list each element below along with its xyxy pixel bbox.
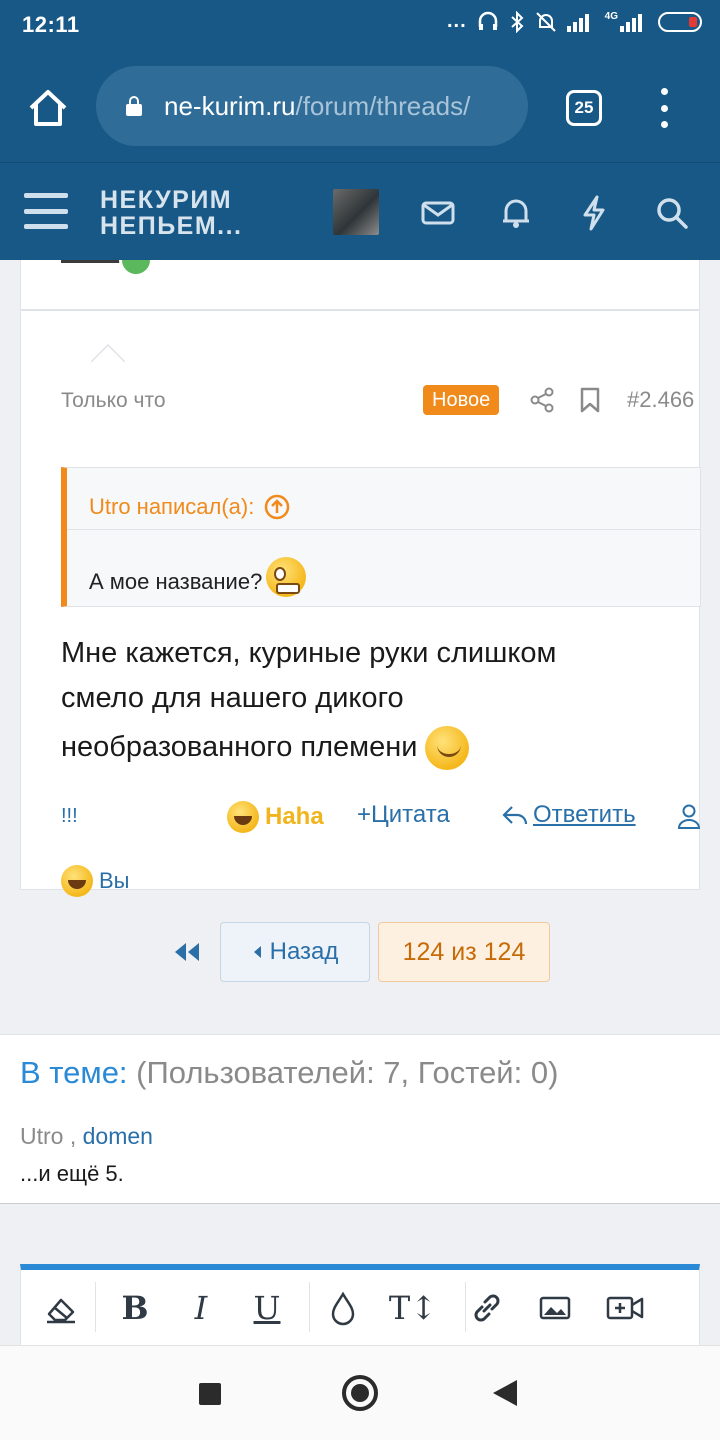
toolbar-separator bbox=[465, 1282, 466, 1332]
online-stats: (Пользователей: 7, Гостей: 0) bbox=[136, 1055, 559, 1090]
site-logo[interactable]: НЕКУРИМ НЕПЬЕМ... bbox=[100, 187, 243, 239]
reply-label: Ответить bbox=[533, 801, 636, 828]
reply-button[interactable]: Ответить bbox=[501, 801, 636, 829]
quote-text: А мое название? bbox=[89, 569, 263, 594]
post-caret-icon bbox=[91, 344, 125, 362]
more-menu-icon[interactable] bbox=[652, 88, 676, 128]
headset-icon bbox=[478, 11, 497, 30]
online-more: ...и ещё 5. bbox=[20, 1161, 124, 1186]
post-time[interactable]: Только что bbox=[61, 389, 166, 413]
quote-button[interactable]: +Цитата bbox=[357, 801, 450, 829]
exclaim-link[interactable]: !!! bbox=[61, 805, 78, 828]
underline-icon[interactable]: U bbox=[247, 1288, 287, 1328]
image-icon[interactable] bbox=[535, 1288, 575, 1328]
previous-post-avatar bbox=[61, 260, 121, 263]
status-dots: ... bbox=[446, 10, 467, 32]
first-page-icon[interactable] bbox=[172, 940, 202, 964]
signal-icon bbox=[566, 13, 589, 32]
quote-header[interactable]: Utro написал(а): bbox=[67, 468, 700, 530]
online-title: В теме: (Пользователей: 7, Гостей: 0) bbox=[20, 1055, 558, 1091]
online-user-list: Utro , domen bbox=[20, 1123, 153, 1149]
post-text-line: смело для нашего дикого bbox=[61, 682, 404, 714]
flushed-emoji-icon bbox=[266, 557, 307, 597]
url-text: ne-kurim.ru/forum/threads/ bbox=[164, 90, 471, 121]
reaction-label: Haha bbox=[265, 803, 324, 830]
color-drop-icon[interactable] bbox=[325, 1288, 361, 1328]
post-actions: !!! Haha +Цитата Ответить bbox=[61, 797, 701, 837]
pagination: Назад 124 из 124 bbox=[0, 922, 720, 982]
reply-arrow-icon bbox=[502, 806, 528, 825]
facepalm-emoji-icon bbox=[425, 726, 470, 771]
status-icons: ... 4G bbox=[447, 10, 702, 33]
eraser-icon[interactable] bbox=[41, 1288, 81, 1328]
chevron-left-icon bbox=[253, 946, 261, 958]
post-number[interactable]: #2.466 bbox=[627, 387, 694, 413]
search-icon[interactable] bbox=[652, 193, 692, 233]
thread-content: Только что Новое #2.466 Utro написал(а):… bbox=[0, 260, 720, 1345]
reply-editor: B I U T↕ bbox=[20, 1264, 700, 1345]
post-body: Мне кажется, куриные руки слишком смело … bbox=[61, 631, 691, 771]
battery-icon bbox=[658, 11, 702, 32]
bold-icon[interactable]: B bbox=[115, 1288, 155, 1328]
back-label: Назад bbox=[269, 938, 339, 965]
bell-icon[interactable] bbox=[496, 193, 536, 233]
home-button[interactable] bbox=[342, 1375, 378, 1411]
quote-author: Utro написал(а): bbox=[89, 493, 255, 519]
envelope-icon[interactable] bbox=[418, 193, 458, 233]
lock-icon bbox=[126, 96, 142, 116]
post-text-line: Мне кажется, куриные руки слишком bbox=[61, 637, 557, 669]
italic-icon[interactable]: I bbox=[181, 1288, 221, 1328]
back-nav-button[interactable] bbox=[493, 1380, 517, 1406]
post-text-line: необразованного племени bbox=[61, 725, 691, 771]
quote-body: А мое название? bbox=[67, 530, 700, 606]
reaction-button[interactable]: Haha bbox=[227, 801, 324, 833]
arrow-up-circle-icon[interactable] bbox=[264, 494, 290, 520]
online-lead: В теме: bbox=[20, 1055, 128, 1090]
reactions-label: Вы bbox=[99, 868, 130, 893]
quote-block: Utro написал(а): А мое название? bbox=[61, 467, 701, 607]
recents-button[interactable] bbox=[199, 1383, 221, 1405]
user-icon[interactable] bbox=[677, 803, 701, 829]
network-type: 4G bbox=[604, 11, 618, 22]
status-time: 12:11 bbox=[22, 12, 80, 37]
alarm-off-icon bbox=[535, 11, 556, 32]
share-icon[interactable] bbox=[529, 387, 555, 413]
text-size-icon[interactable]: T↕ bbox=[383, 1288, 443, 1328]
page-indicator[interactable]: 124 из 124 bbox=[378, 922, 550, 982]
bookmark-icon[interactable] bbox=[579, 387, 601, 413]
system-nav-bar bbox=[0, 1345, 720, 1440]
online-user[interactable]: domen bbox=[83, 1123, 153, 1149]
user-avatar[interactable] bbox=[333, 189, 379, 235]
lightning-icon[interactable] bbox=[574, 193, 614, 233]
post: Только что Новое #2.466 Utro написал(а):… bbox=[20, 310, 701, 897]
link-icon[interactable] bbox=[467, 1288, 507, 1328]
laughing-emoji-icon bbox=[227, 801, 259, 833]
previous-post bbox=[20, 260, 700, 310]
online-status-icon bbox=[119, 260, 153, 277]
site-header: НЕКУРИМ НЕПЬЕМ... bbox=[0, 162, 720, 260]
online-user[interactable]: Utro bbox=[20, 1123, 63, 1149]
signal-4g-icon bbox=[620, 13, 642, 32]
laughing-emoji-icon bbox=[61, 865, 93, 897]
browser-toolbar: ne-kurim.ru/forum/threads/ 25 bbox=[0, 52, 720, 162]
online-users-block: В теме: (Пользователей: 7, Гостей: 0) Ut… bbox=[0, 1034, 720, 1204]
tab-switcher-button[interactable]: 25 bbox=[566, 90, 602, 126]
home-icon[interactable] bbox=[26, 86, 70, 130]
new-badge: Новое bbox=[423, 385, 500, 415]
toolbar-separator bbox=[309, 1282, 310, 1332]
reactions-summary[interactable]: Вы bbox=[61, 865, 130, 897]
status-bar: 12:11 ... 4G bbox=[0, 0, 720, 52]
hamburger-menu-icon[interactable] bbox=[24, 193, 68, 229]
back-button[interactable]: Назад bbox=[220, 922, 370, 982]
address-bar[interactable]: ne-kurim.ru/forum/threads/ bbox=[96, 66, 528, 146]
bluetooth-icon bbox=[510, 10, 524, 33]
video-icon[interactable] bbox=[603, 1288, 647, 1328]
toolbar-separator bbox=[95, 1282, 96, 1332]
